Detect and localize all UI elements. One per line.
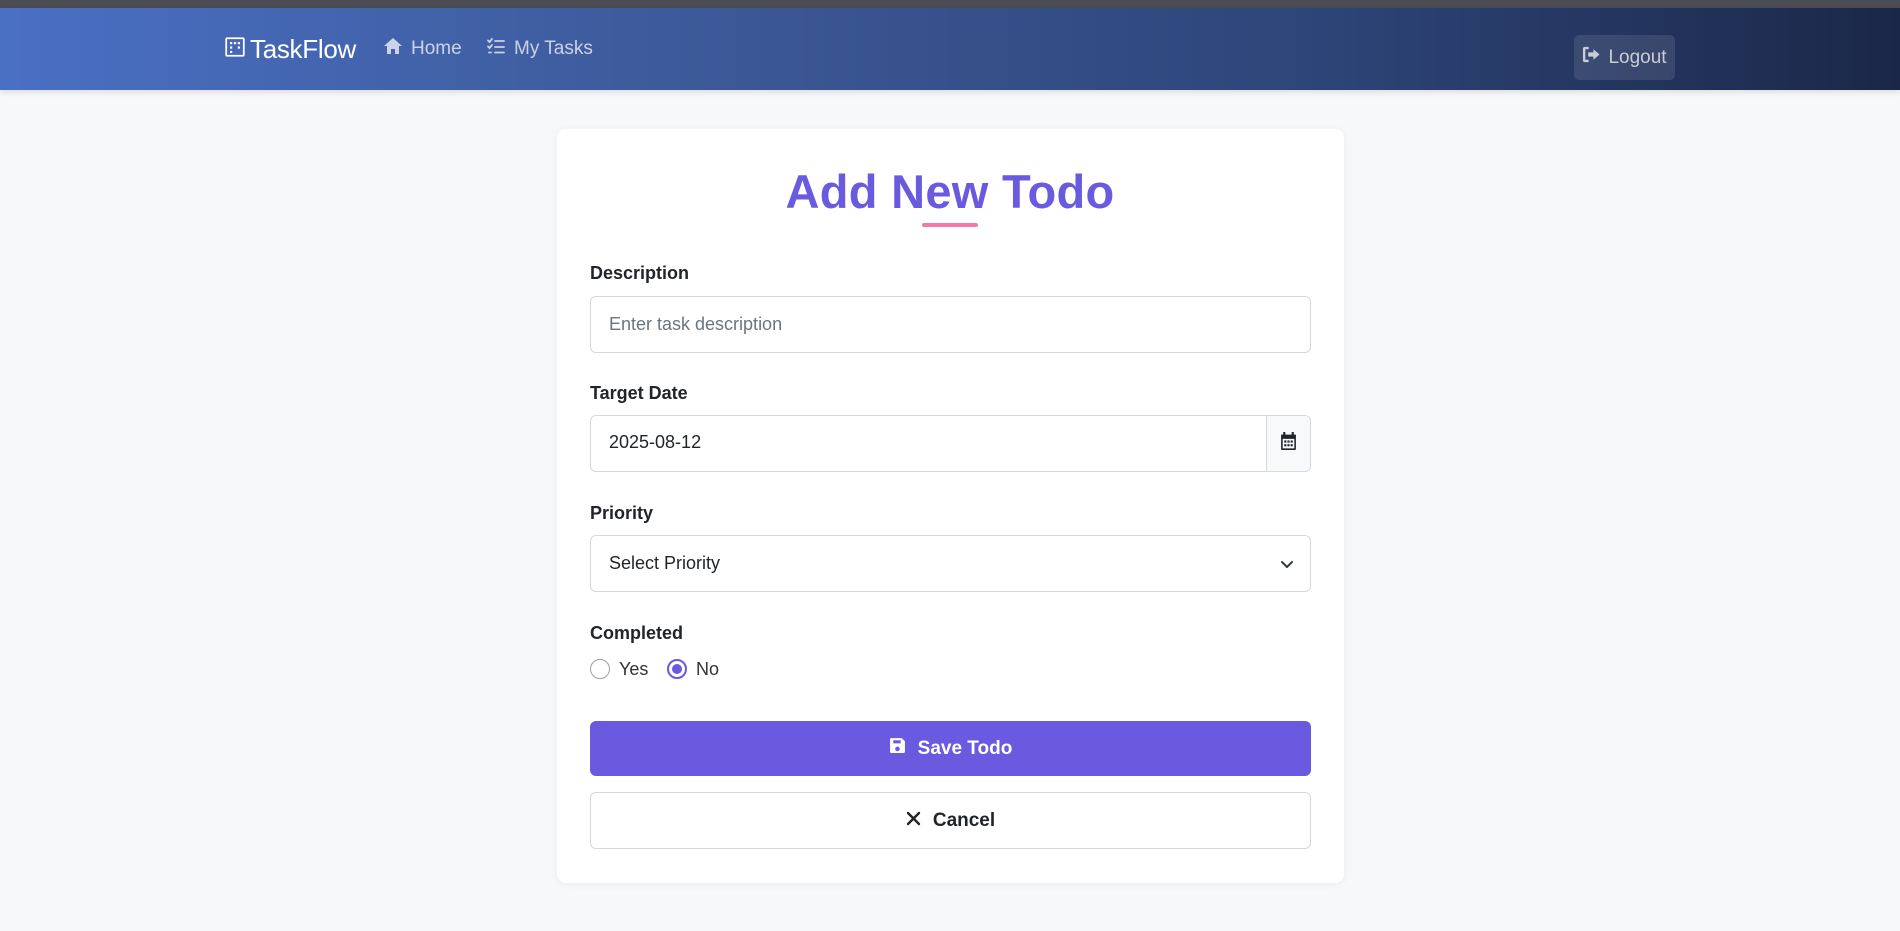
calendar-button[interactable]: [1266, 416, 1310, 471]
home-icon: [383, 36, 403, 62]
save-icon: [889, 737, 906, 760]
completed-yes-radio[interactable]: [590, 659, 610, 679]
calendar-icon: [1280, 432, 1297, 455]
close-icon: [906, 810, 921, 832]
completed-no-radio[interactable]: [667, 659, 687, 679]
list-check-icon: [486, 36, 506, 62]
completed-no-label: No: [696, 658, 720, 679]
nav-home-label: Home: [411, 38, 462, 59]
title-underline: [922, 223, 978, 227]
priority-selected-value: Select Priority: [609, 553, 721, 573]
logout-label: Logout: [1608, 46, 1667, 68]
nav-my-tasks-label: My Tasks: [514, 38, 593, 59]
target-date-label: Target Date: [590, 383, 688, 403]
description-label: Description: [590, 263, 690, 283]
building-icon: [224, 34, 246, 65]
brand-name: TaskFlow: [250, 33, 356, 64]
target-date-input[interactable]: 2025-08-12: [609, 432, 701, 453]
completed-no-option[interactable]: No: [667, 658, 719, 680]
save-todo-label: Save Todo: [917, 737, 1013, 759]
description-placeholder: Enter task description: [609, 314, 783, 334]
priority-select[interactable]: Select Priority: [590, 535, 1311, 592]
save-todo-button[interactable]: Save Todo: [590, 721, 1311, 776]
completed-yes-label: Yes: [619, 658, 649, 679]
page-title: Add New Todo: [785, 165, 1115, 218]
cancel-button[interactable]: Cancel: [590, 792, 1311, 849]
sign-out-icon: [1582, 45, 1601, 70]
navbar: TaskFlow Home My Tasks Logout: [0, 8, 1900, 90]
cancel-label: Cancel: [932, 809, 996, 831]
nav-my-tasks-link[interactable]: My Tasks: [486, 36, 593, 62]
nav-home-link[interactable]: Home: [383, 36, 462, 62]
brand-link[interactable]: TaskFlow: [224, 32, 356, 66]
browser-top-strip: [0, 0, 1900, 8]
target-date-input-group: 2025-08-12: [590, 415, 1311, 472]
logout-button[interactable]: Logout: [1574, 35, 1675, 80]
description-input[interactable]: Enter task description: [590, 296, 1311, 353]
completed-label: Completed: [590, 623, 684, 643]
priority-label: Priority: [590, 503, 654, 523]
completed-yes-option[interactable]: Yes: [590, 658, 648, 680]
